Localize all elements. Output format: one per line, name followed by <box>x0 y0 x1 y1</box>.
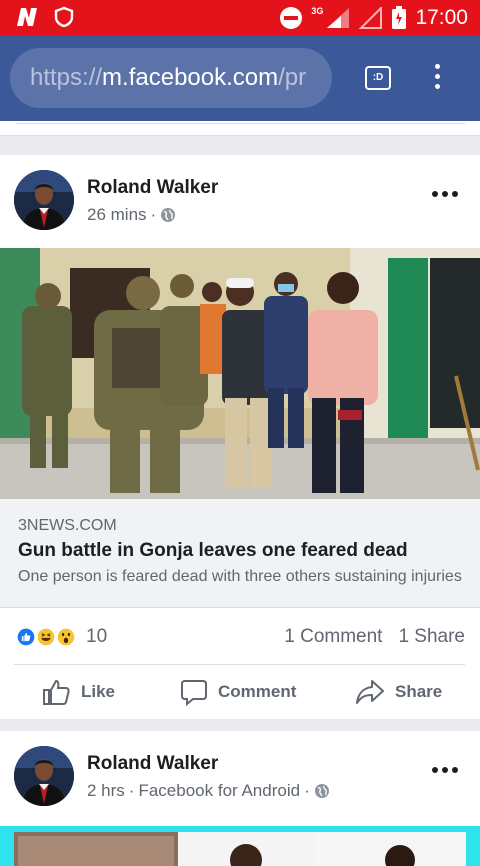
share-count[interactable]: 1 Share <box>398 626 465 648</box>
reaction-count: 10 <box>86 626 108 647</box>
status-bar: 3G 17:00 <box>0 0 480 36</box>
post-meta: 26 mins · <box>87 205 176 225</box>
comment-label: Comment <box>218 682 297 701</box>
url-scheme: https:// <box>30 64 103 91</box>
browser-menu-button[interactable] <box>425 64 449 94</box>
share-button[interactable]: Share <box>355 667 442 717</box>
share-label: Share <box>395 682 443 701</box>
previous-post-remnant <box>0 121 480 136</box>
url-path: /pr <box>278 64 307 91</box>
battery-charging-icon <box>392 6 407 29</box>
comment-count[interactable]: 1 Comment <box>284 626 382 648</box>
like-reaction-icon <box>14 625 38 649</box>
divider <box>14 664 465 665</box>
post-meta: 2 hrs · Facebook for Android · <box>87 781 330 801</box>
globe-icon <box>314 784 329 798</box>
post-timestamp[interactable]: 26 mins <box>87 205 147 225</box>
comment-icon <box>181 680 207 706</box>
post-author-name[interactable]: Roland Walker <box>87 177 218 199</box>
tab-switcher-button[interactable]: :D <box>365 66 391 90</box>
thumbs-up-icon <box>43 679 70 705</box>
url-host: m.facebook.com <box>102 64 279 91</box>
post-source: Facebook for Android <box>138 781 301 800</box>
feed-post: Roland Walker 26 mins · 3NEWS.COM Gun ba… <box>0 155 480 719</box>
meta-separator: · <box>150 205 157 224</box>
signal-empty-icon <box>359 7 383 29</box>
network-type-label: 3G <box>311 6 324 16</box>
clock: 17:00 <box>415 6 468 29</box>
signal-strength-icon <box>327 8 350 28</box>
like-button[interactable]: Like <box>41 667 115 717</box>
post-action-bar: Like Comment Share <box>0 667 480 717</box>
engagement-counts: 1 Comment 1 Share <box>284 626 465 648</box>
post-author-name[interactable]: Roland Walker <box>87 753 218 775</box>
globe-icon <box>161 208 176 222</box>
post-options-button[interactable] <box>432 191 458 199</box>
meta-separator: · <box>304 781 310 800</box>
link-description: One person is feared dead with three oth… <box>18 568 462 585</box>
do-not-disturb-icon <box>280 7 303 29</box>
link-title[interactable]: Gun battle in Gonja leaves one feared de… <box>18 540 408 562</box>
author-avatar[interactable] <box>14 746 74 806</box>
share-arrow-icon <box>356 680 384 704</box>
author-avatar[interactable] <box>14 170 74 230</box>
reaction-summary[interactable]: 10 <box>14 625 107 649</box>
news-feed[interactable]: Roland Walker 26 mins · 3NEWS.COM Gun ba… <box>0 121 480 866</box>
n-app-icon <box>17 8 37 26</box>
post-timestamp[interactable]: 2 hrs <box>87 781 125 801</box>
link-preview-image[interactable] <box>0 248 480 499</box>
post-options-button[interactable] <box>432 767 458 775</box>
shield-icon <box>54 6 74 28</box>
link-preview[interactable]: 3NEWS.COM Gun battle in Gonja leaves one… <box>0 499 480 608</box>
like-label: Like <box>81 682 116 701</box>
browser-toolbar: https://m.facebook.com/pr :D <box>0 36 480 121</box>
meta-separator: · <box>128 781 135 800</box>
link-domain: 3NEWS.COM <box>18 517 117 534</box>
comment-button[interactable]: Comment <box>180 667 296 717</box>
address-bar[interactable]: https://m.facebook.com/pr <box>10 48 332 108</box>
post-media-preview[interactable] <box>0 826 480 866</box>
